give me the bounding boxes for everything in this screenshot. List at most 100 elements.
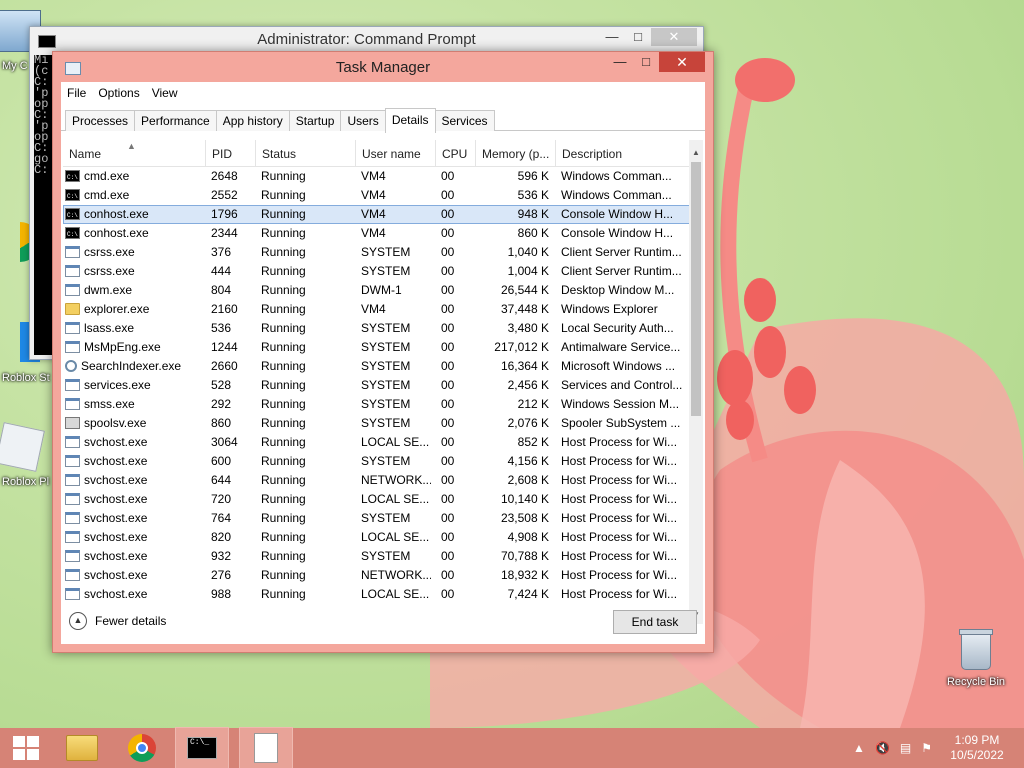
table-row[interactable]: svchost.exe 720 Running LOCAL SE... 00 10,140… bbox=[63, 490, 703, 509]
process-status-cell: Running bbox=[261, 207, 306, 221]
taskbar-file-explorer[interactable] bbox=[56, 728, 108, 768]
process-cpu-cell: 00 bbox=[441, 397, 455, 411]
process-name-cell: svchost.exe bbox=[65, 490, 205, 509]
end-task-button[interactable]: End task bbox=[613, 610, 697, 634]
column-header-cpu[interactable]: CPU bbox=[435, 140, 474, 166]
command-prompt-titlebar[interactable]: Administrator: Command Prompt — □ ✕ bbox=[30, 27, 703, 51]
table-row[interactable]: smss.exe 292 Running SYSTEM 00 212 K Windows S… bbox=[63, 395, 703, 414]
maximize-icon[interactable]: □ bbox=[625, 28, 651, 46]
process-desc-cell: Windows Comman... bbox=[561, 188, 672, 202]
table-row[interactable]: svchost.exe 820 Running LOCAL SE... 00 4,908 … bbox=[63, 528, 703, 547]
desktop-icon-roblox-player[interactable] bbox=[0, 422, 58, 472]
fewer-details-toggle[interactable]: ▲ Fewer details bbox=[69, 612, 166, 630]
network-icon[interactable]: ▤ bbox=[900, 741, 911, 755]
process-status-cell: Running bbox=[261, 511, 306, 525]
process-name-cell: cmd.exe bbox=[65, 167, 205, 186]
table-row[interactable]: conhost.exe 2344 Running VM4 00 860 K Console … bbox=[63, 224, 703, 243]
process-cpu-cell: 00 bbox=[441, 207, 455, 221]
application-icon bbox=[65, 474, 80, 486]
close-icon[interactable]: ✕ bbox=[651, 28, 697, 46]
application-icon bbox=[65, 569, 80, 581]
volume-muted-icon[interactable]: 🔇 bbox=[875, 741, 890, 755]
process-user-cell: VM4 bbox=[361, 302, 386, 316]
column-header-description[interactable]: Description bbox=[555, 140, 688, 166]
process-status-cell: Running bbox=[261, 587, 306, 601]
table-row[interactable]: explorer.exe 2160 Running VM4 00 37,448 K Wind… bbox=[63, 300, 703, 319]
table-row[interactable]: services.exe 528 Running SYSTEM 00 2,456 K Ser… bbox=[63, 376, 703, 395]
show-hidden-icons-icon[interactable]: ▲ bbox=[853, 741, 865, 755]
minimize-icon[interactable]: — bbox=[607, 52, 633, 72]
process-mem-cell: 852 K bbox=[517, 435, 549, 449]
process-pid-cell: 1244 bbox=[211, 340, 238, 354]
column-header-name[interactable]: Name ▲ bbox=[63, 140, 209, 166]
minimize-icon[interactable]: — bbox=[599, 28, 625, 46]
table-row[interactable]: svchost.exe 276 Running NETWORK... 00 18,932 … bbox=[63, 566, 703, 585]
table-row[interactable]: svchost.exe 764 Running SYSTEM 00 23,508 K Hos… bbox=[63, 509, 703, 528]
process-name-cell: SearchIndexer.exe bbox=[65, 357, 205, 376]
application-icon bbox=[65, 322, 80, 334]
tab-performance[interactable]: Performance bbox=[134, 110, 217, 131]
tab-services[interactable]: Services bbox=[434, 110, 495, 131]
vertical-scrollbar[interactable]: ▲ ▼ bbox=[689, 140, 703, 624]
menu-file[interactable]: File bbox=[67, 86, 86, 100]
table-row[interactable]: cmd.exe 2648 Running VM4 00 596 K Windows Comm… bbox=[63, 167, 703, 186]
process-status-cell: Running bbox=[261, 321, 306, 335]
process-mem-cell: 18,932 K bbox=[500, 568, 549, 582]
action-center-flag-icon[interactable]: ⚑ bbox=[921, 741, 932, 755]
table-row[interactable]: lsass.exe 536 Running SYSTEM 00 3,480 K Local … bbox=[63, 319, 703, 338]
table-row[interactable]: dwm.exe 804 Running DWM-1 00 26,544 K Desktop … bbox=[63, 281, 703, 300]
task-manager-window[interactable]: Task Manager — □ ✕ File Options View Pro… bbox=[52, 51, 714, 653]
table-row[interactable]: spoolsv.exe 860 Running SYSTEM 00 2,076 K Spoo… bbox=[63, 414, 703, 433]
scrollbar-thumb[interactable] bbox=[691, 162, 701, 416]
process-desc-cell: Local Security Auth... bbox=[561, 321, 674, 335]
menu-view[interactable]: View bbox=[152, 86, 178, 100]
process-name: svchost.exe bbox=[84, 549, 148, 563]
column-header-status[interactable]: Status bbox=[255, 140, 354, 166]
process-cpu-cell: 00 bbox=[441, 226, 455, 240]
table-row[interactable]: csrss.exe 444 Running SYSTEM 00 1,004 K Client… bbox=[63, 262, 703, 281]
tab-strip: Processes Performance App history Startu… bbox=[65, 108, 495, 133]
taskbar-command-prompt[interactable]: C:\_ bbox=[175, 727, 229, 768]
task-manager-titlebar[interactable]: Task Manager — □ ✕ bbox=[53, 52, 713, 82]
scroll-up-icon[interactable]: ▲ bbox=[689, 146, 703, 160]
column-header-memory[interactable]: Memory (p... bbox=[475, 140, 554, 166]
search-icon bbox=[65, 360, 77, 372]
table-row[interactable]: csrss.exe 376 Running SYSTEM 00 1,040 K Client… bbox=[63, 243, 703, 262]
table-row[interactable]: conhost.exe 1796 Running VM4 00 948 K Console … bbox=[63, 205, 703, 224]
menu-options[interactable]: Options bbox=[98, 86, 139, 100]
taskbar-notepad[interactable] bbox=[239, 727, 293, 768]
tab-processes[interactable]: Processes bbox=[65, 110, 136, 131]
process-name-cell: cmd.exe bbox=[65, 186, 205, 205]
column-header-user-name[interactable]: User name bbox=[355, 140, 434, 166]
tab-startup[interactable]: Startup bbox=[288, 110, 342, 131]
taskbar-clock[interactable]: 1:09 PM 10/5/2022 bbox=[942, 733, 1012, 763]
process-pid-cell: 600 bbox=[211, 454, 232, 468]
tab-users[interactable]: Users bbox=[340, 110, 386, 131]
table-row[interactable]: svchost.exe 644 Running NETWORK... 00 2,608 K… bbox=[63, 471, 703, 490]
tab-details[interactable]: Details bbox=[384, 108, 436, 133]
table-row[interactable]: svchost.exe 3064 Running LOCAL SE... 00 852 K… bbox=[63, 433, 703, 452]
desktop-label-roblox-player: Roblox Pl bbox=[2, 476, 50, 488]
process-cpu-cell: 00 bbox=[441, 359, 455, 373]
table-row[interactable]: MsMpEng.exe 1244 Running SYSTEM 00 217,012 K A… bbox=[63, 338, 703, 357]
tab-app-history[interactable]: App history bbox=[215, 110, 290, 131]
column-header-pid[interactable]: PID bbox=[205, 140, 254, 166]
desktop-icon-recycle-bin[interactable]: Recycle Bin bbox=[940, 629, 1012, 688]
table-row[interactable]: svchost.exe 600 Running SYSTEM 00 4,156 K Host… bbox=[63, 452, 703, 471]
process-user-cell: NETWORK... bbox=[361, 473, 431, 487]
table-row[interactable]: cmd.exe 2552 Running VM4 00 536 K Windows Comm… bbox=[63, 186, 703, 205]
table-row[interactable]: svchost.exe 988 Running LOCAL SE... 00 7,424 … bbox=[63, 585, 703, 604]
table-row[interactable]: SearchIndexer.exe 2660 Running SYSTEM 00 16,3… bbox=[63, 357, 703, 376]
details-table: Name ▲ PID Status User name CPU Memory (p… bbox=[63, 140, 703, 624]
process-name-cell: lsass.exe bbox=[65, 319, 205, 338]
maximize-icon[interactable]: □ bbox=[633, 52, 659, 72]
taskbar-chrome[interactable] bbox=[116, 728, 168, 768]
process-user-cell: SYSTEM bbox=[361, 416, 411, 430]
table-row[interactable]: svchost.exe 932 Running SYSTEM 00 70,788 K Hos… bbox=[63, 547, 703, 566]
document-icon bbox=[254, 733, 278, 763]
process-user-cell: SYSTEM bbox=[361, 511, 411, 525]
start-button[interactable] bbox=[0, 728, 52, 768]
close-icon[interactable]: ✕ bbox=[659, 52, 705, 72]
process-user-cell: LOCAL SE... bbox=[361, 530, 430, 544]
process-mem-cell: 70,788 K bbox=[500, 549, 549, 563]
